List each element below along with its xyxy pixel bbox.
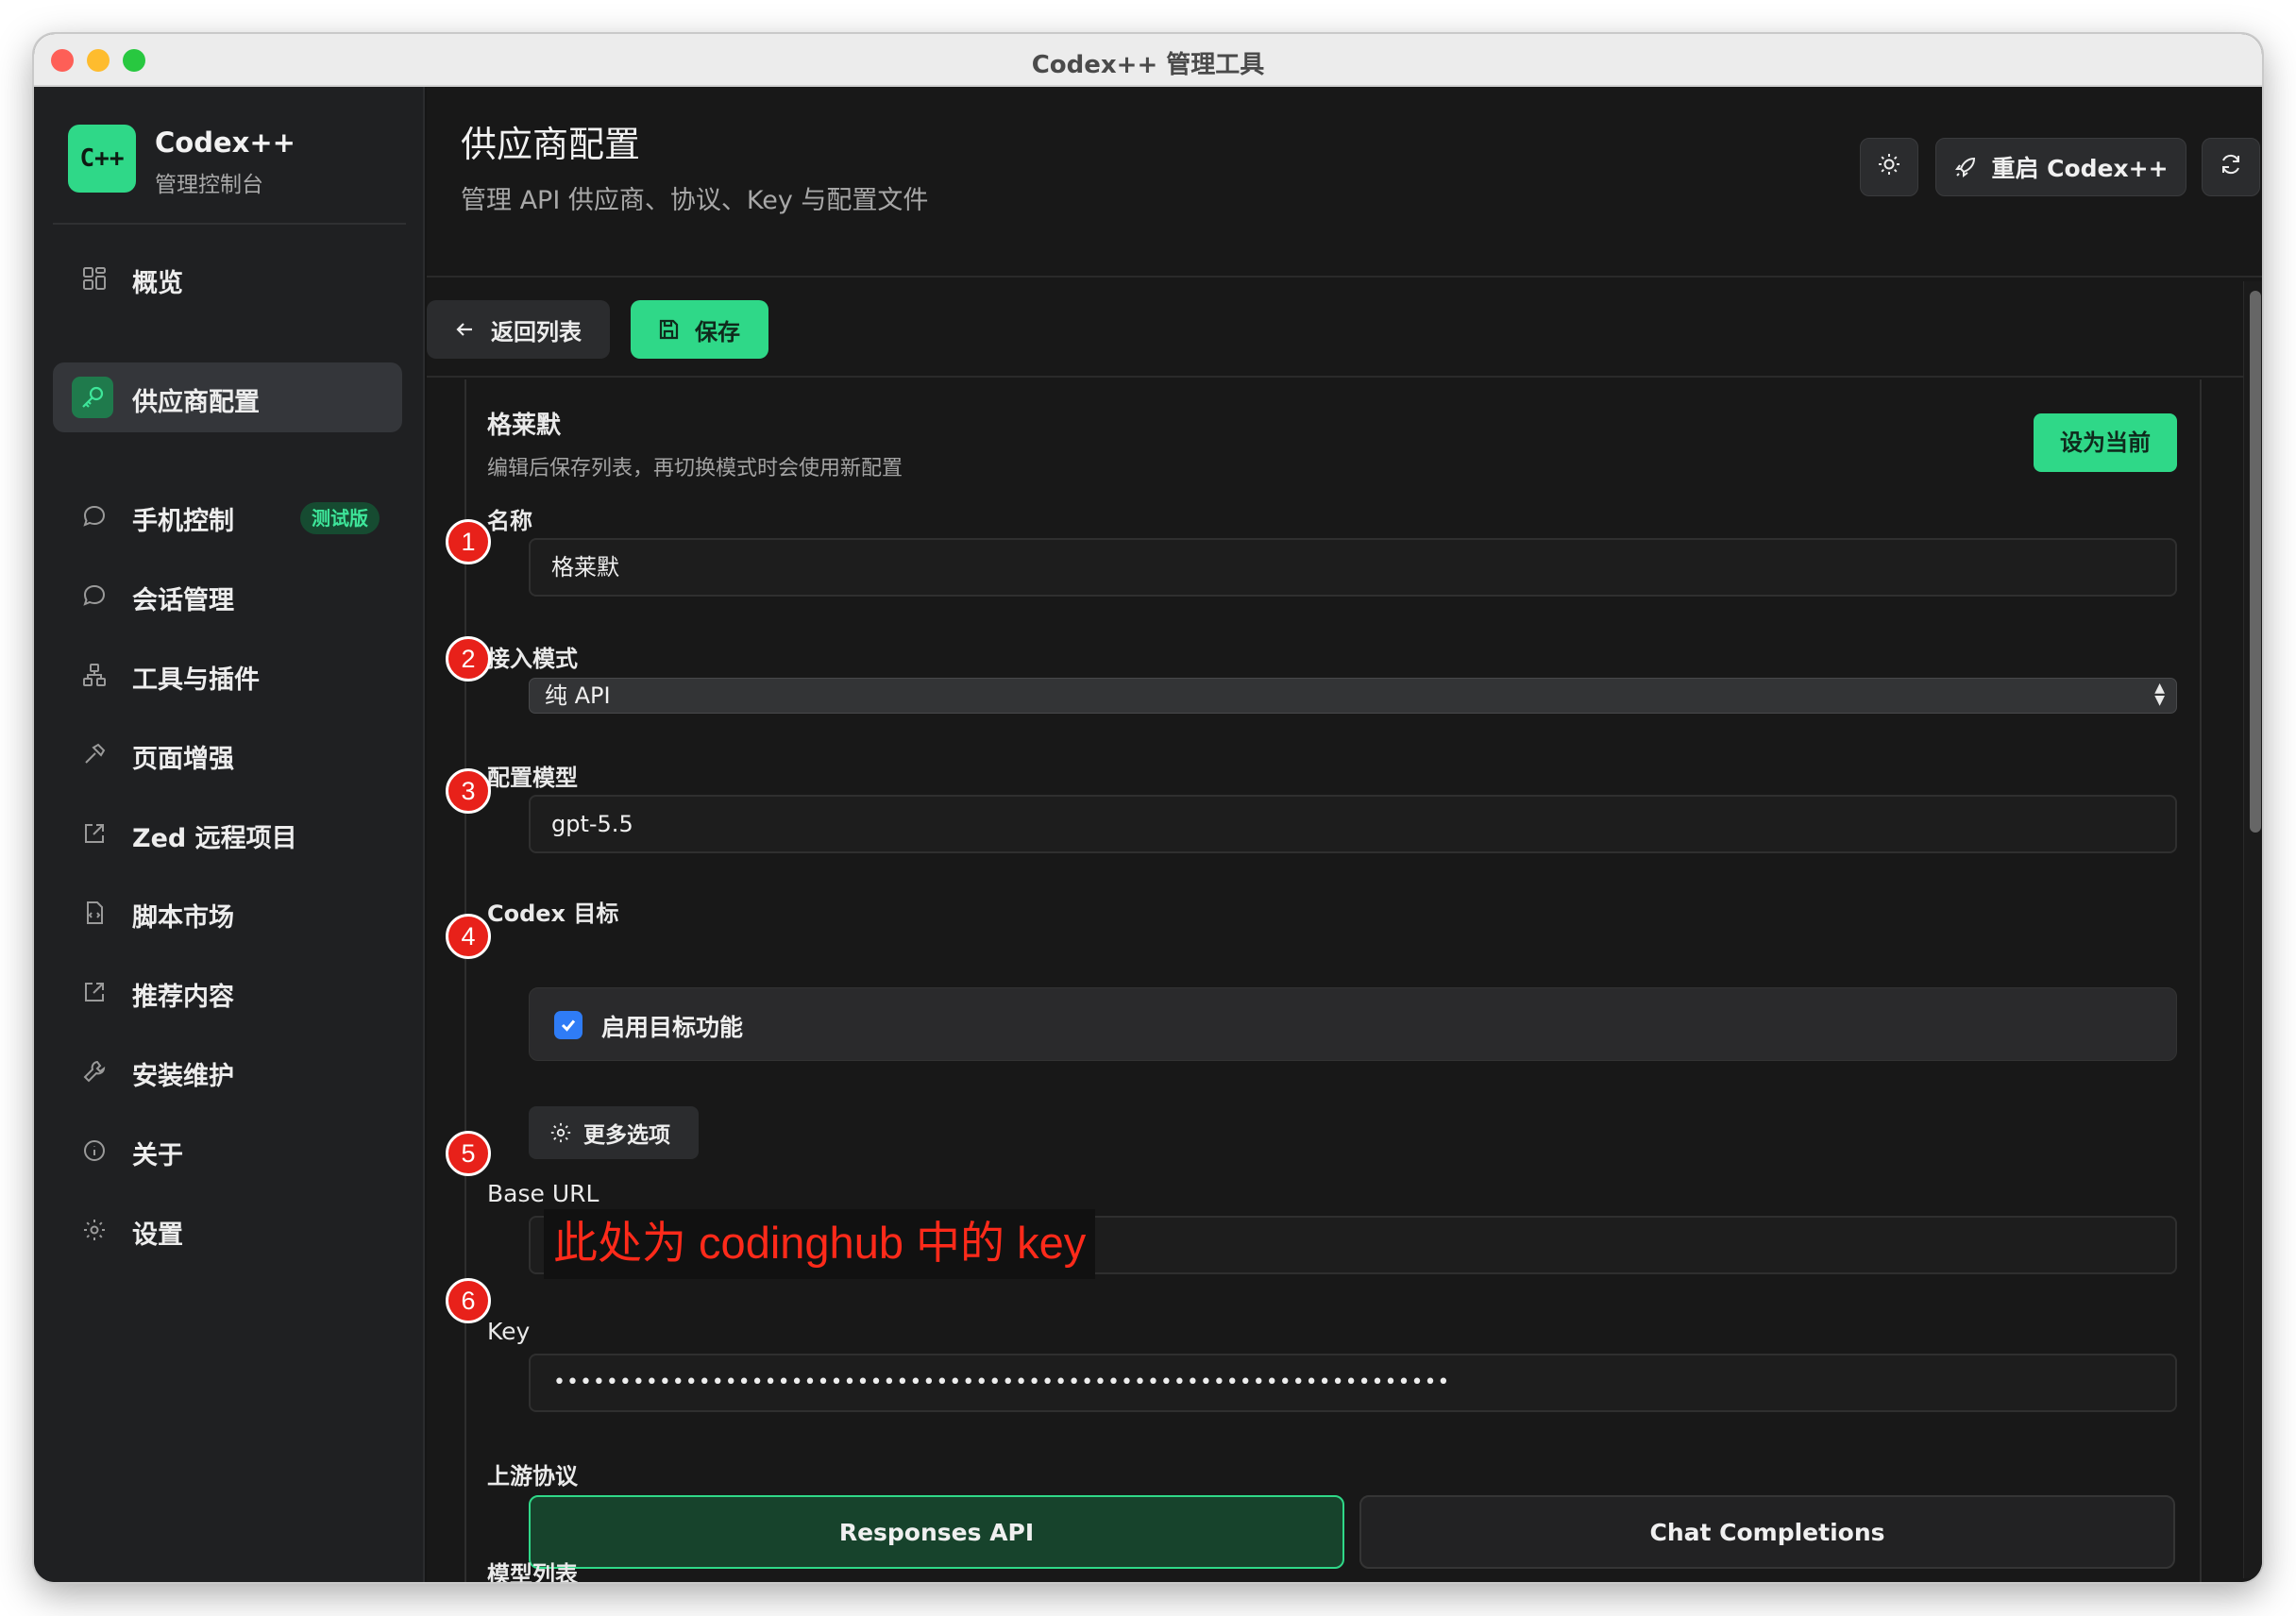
sidebar-item-recommended[interactable]: 推荐内容 <box>53 957 402 1027</box>
more-options-button[interactable]: 更多选项 <box>529 1106 699 1159</box>
toolbar-divider <box>427 376 2243 378</box>
model-input[interactable]: gpt-5.5 <box>529 795 2177 853</box>
vertical-scrollbar[interactable] <box>2243 281 2262 1578</box>
provider-title: 格莱默 <box>487 412 562 440</box>
sidebar-item-page-enhance[interactable]: 页面增强 <box>53 719 402 789</box>
sidebar-item-install-maintenance[interactable]: 安装维护 <box>53 1036 402 1106</box>
model-list-label: 模型列表 <box>487 1561 578 1582</box>
vertical-scroll-thumb[interactable] <box>2250 291 2261 833</box>
annotation-badge-1: 1 <box>446 519 491 564</box>
restart-label: 重启 Codex++ <box>1991 155 2169 182</box>
sidebar-item-label: 手机控制 <box>132 507 234 536</box>
target-label: Codex 目标 <box>487 901 619 927</box>
title-bar: Codex++ 管理工具 <box>34 34 2262 87</box>
sidebar-item-label: 工具与插件 <box>132 665 260 695</box>
restart-codex-button[interactable]: 重启 Codex++ <box>1935 138 2186 196</box>
script-file-icon <box>81 900 108 926</box>
page-subtitle: 管理 API 供应商、协议、Key 与配置文件 <box>461 186 929 215</box>
key-input[interactable]: ••••••••••••••••••••••••••••••••••••••••… <box>529 1354 2177 1412</box>
sidebar-item-overview[interactable]: 概览 <box>53 244 402 313</box>
sidebar-item-phone-control[interactable]: 手机控制 测试版 <box>53 481 402 551</box>
mode-value: 纯 API <box>545 682 611 709</box>
sidebar-divider <box>53 223 406 225</box>
page-title: 供应商配置 <box>461 124 641 165</box>
checkmark-icon <box>561 1019 576 1032</box>
app-logo: C++ <box>68 125 136 193</box>
sidebar-item-label: 脚本市场 <box>132 903 234 933</box>
refresh-icon <box>2219 152 2243 182</box>
sidebar-item-label: 概览 <box>132 269 183 298</box>
target-checkbox-row[interactable]: 启用目标功能 <box>529 987 2177 1061</box>
gear-icon <box>550 1122 571 1143</box>
more-options-label: 更多选项 <box>583 1123 670 1148</box>
sidebar-item-label: 安装维护 <box>132 1062 234 1091</box>
gear-icon <box>81 1217 108 1243</box>
info-icon <box>81 1137 108 1164</box>
sidebar: C++ Codex++ 管理控制台 概览 供应商配置 手机控制 测试版 会话管理… <box>34 87 425 1582</box>
sidebar-item-label: 关于 <box>132 1141 183 1170</box>
annotation-badge-4: 4 <box>446 914 491 959</box>
sun-icon <box>1877 152 1901 182</box>
sidebar-item-label: 会话管理 <box>132 586 234 615</box>
grid-icon <box>81 265 108 292</box>
base-url-label: Base URL <box>487 1180 599 1207</box>
sidebar-item-zed-remote[interactable]: Zed 远程项目 <box>53 799 402 868</box>
sidebar-item-label: 设置 <box>132 1220 183 1250</box>
name-input[interactable]: 格莱默 <box>529 538 2177 597</box>
annotation-badge-5: 5 <box>446 1131 491 1176</box>
external-link-icon <box>81 979 108 1005</box>
annotation-badge-6: 6 <box>446 1278 491 1323</box>
mode-label: 接入模式 <box>487 646 578 672</box>
back-label: 返回列表 <box>491 318 582 345</box>
back-to-list-button[interactable]: 返回列表 <box>427 300 610 359</box>
header-divider <box>427 276 2262 278</box>
sidebar-item-provider-config[interactable]: 供应商配置 <box>53 362 402 432</box>
chat-bubble-icon <box>81 582 108 609</box>
network-icon <box>81 662 108 688</box>
name-label: 名称 <box>487 508 532 534</box>
theme-toggle-button[interactable] <box>1860 138 1918 196</box>
arrow-left-icon <box>456 323 472 336</box>
rocket-icon <box>1953 155 1978 179</box>
sidebar-item-script-market[interactable]: 脚本市场 <box>53 878 402 948</box>
beta-badge: 测试版 <box>300 502 380 534</box>
key-masked-value: ••••••••••••••••••••••••••••••••••••••••… <box>553 1371 1451 1394</box>
hammer-icon <box>81 741 108 767</box>
key-label: Key <box>487 1318 531 1345</box>
protocol-responses-api-button[interactable]: Responses API <box>529 1495 1344 1569</box>
sidebar-item-label: 推荐内容 <box>132 983 234 1012</box>
target-checkbox[interactable] <box>554 1011 582 1039</box>
app-window: Codex++ 管理工具 C++ Codex++ 管理控制台 概览 供应商配置 … <box>34 34 2262 1582</box>
select-arrows-icon: ▲ ▼ <box>2154 681 2165 708</box>
model-label: 配置模型 <box>487 765 578 791</box>
key-annotation-note: 此处为 codinghub 中的 key <box>544 1209 1096 1279</box>
protocol-label: 上游协议 <box>487 1463 578 1490</box>
sidebar-item-session-management[interactable]: 会话管理 <box>53 561 402 631</box>
target-checkbox-label: 启用目标功能 <box>601 1014 744 1041</box>
wrench-icon <box>81 1058 108 1085</box>
sidebar-item-settings[interactable]: 设置 <box>53 1195 402 1265</box>
brand-subtitle: 管理控制台 <box>155 173 263 197</box>
key-icon <box>72 377 113 418</box>
brand-name: Codex++ <box>155 126 295 159</box>
sidebar-item-label: 供应商配置 <box>132 388 260 417</box>
external-link-icon <box>81 820 108 847</box>
mode-select[interactable]: 纯 API ▲ ▼ <box>529 678 2177 714</box>
sidebar-item-about[interactable]: 关于 <box>53 1116 402 1186</box>
provider-description: 编辑后保存列表，再切换模式时会使用新配置 <box>487 457 903 480</box>
chat-bubble-icon <box>81 503 108 530</box>
sidebar-item-label: Zed 远程项目 <box>132 824 297 853</box>
sidebar-item-label: 页面增强 <box>132 745 234 774</box>
annotation-badge-3: 3 <box>446 768 491 814</box>
refresh-button[interactable] <box>2202 138 2260 196</box>
protocol-chat-completions-button[interactable]: Chat Completions <box>1359 1495 2175 1569</box>
set-current-button[interactable]: 设为当前 <box>2034 413 2177 472</box>
sidebar-item-tools-plugins[interactable]: 工具与插件 <box>53 640 402 710</box>
save-label: 保存 <box>695 318 740 345</box>
window-title: Codex++ 管理工具 <box>1031 51 1265 79</box>
main-content: 供应商配置 管理 API 供应商、协议、Key 与配置文件 重启 Codex++… <box>427 87 2262 1582</box>
annotation-badge-2: 2 <box>446 636 491 682</box>
save-icon <box>659 319 679 340</box>
save-button[interactable]: 保存 <box>631 300 768 359</box>
